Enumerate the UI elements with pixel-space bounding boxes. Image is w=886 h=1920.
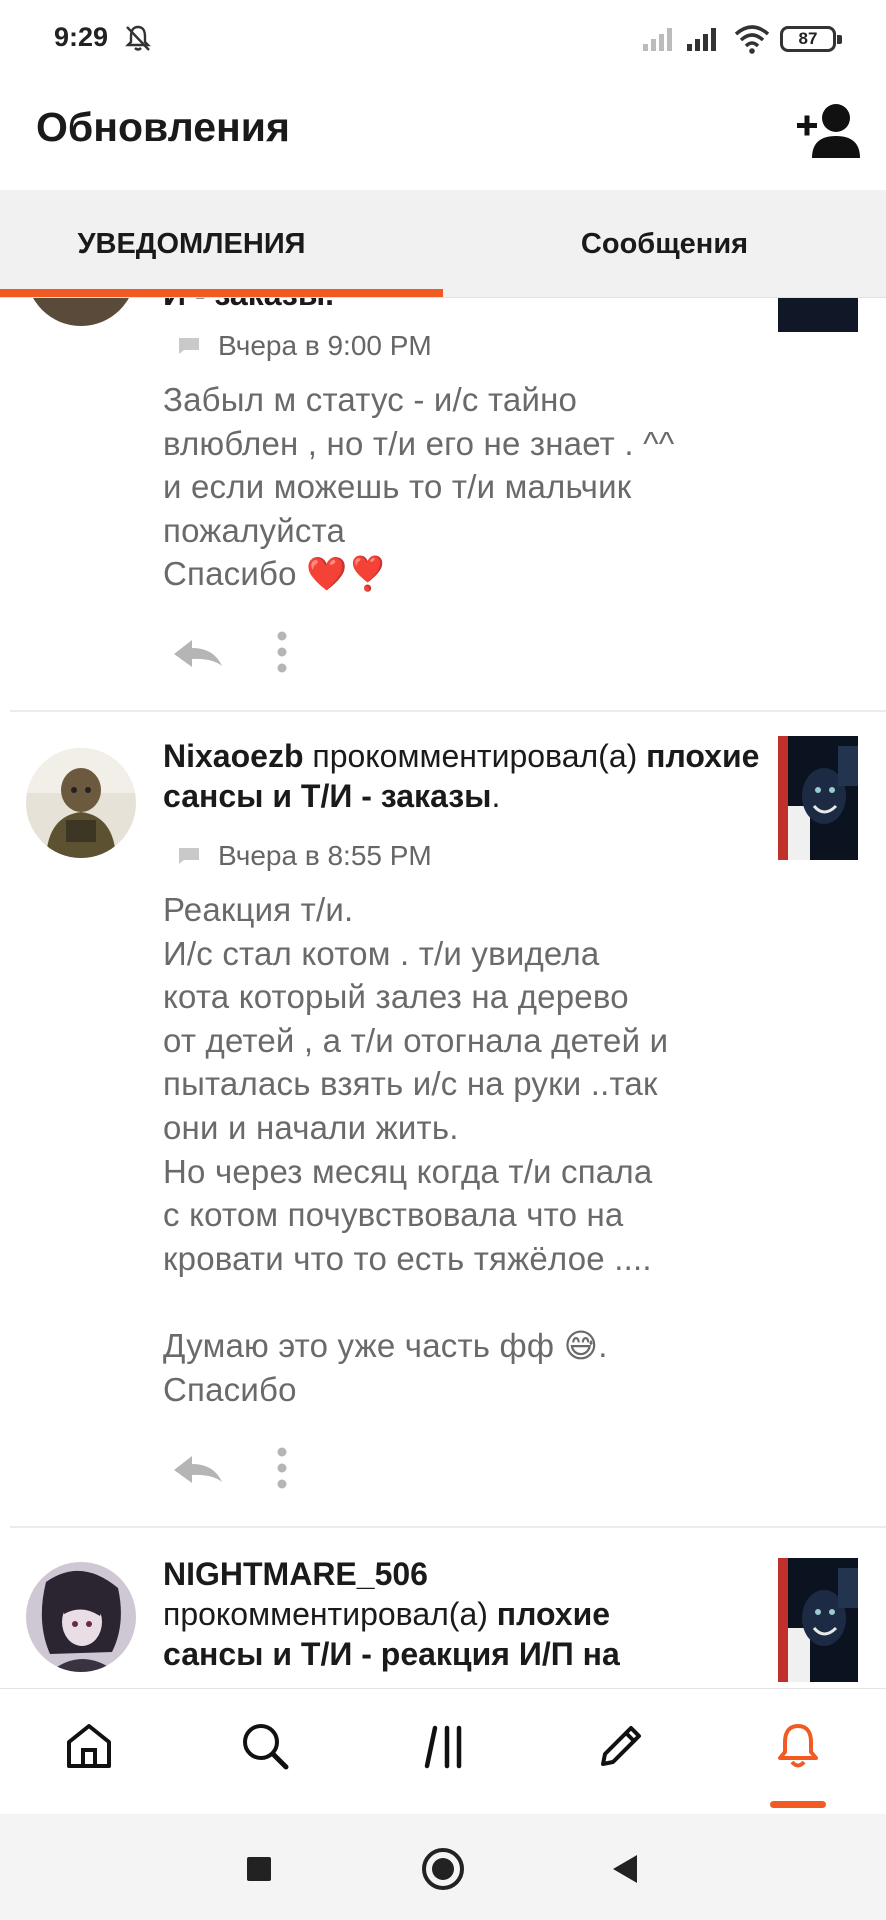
story-thumbnail[interactable] <box>778 1558 858 1682</box>
recents-button[interactable] <box>234 1844 284 1894</box>
write-icon <box>601 1726 641 1766</box>
story-cover-image <box>778 1558 858 1682</box>
back-button[interactable] <box>600 1844 650 1894</box>
library-icon <box>424 1725 462 1769</box>
signal-icon <box>687 28 716 51</box>
nav-library[interactable] <box>410 1711 480 1781</box>
reply-icon[interactable] <box>170 634 226 674</box>
notification-meta: Вчера в 8:55 PM <box>178 840 432 872</box>
status-bar: 9:29 87 <box>0 0 886 80</box>
tab-bar: УВЕДОМЛЕНИЯ Сообщения <box>0 190 886 298</box>
story-thumbnail[interactable] <box>778 298 858 332</box>
system-navigation <box>0 1814 886 1920</box>
nav-write[interactable] <box>586 1711 656 1781</box>
notification-item[interactable]: И - заказы. Вчера в 9:00 PM Забыл м стат… <box>0 298 886 712</box>
recents-icon <box>247 1857 271 1881</box>
story-title[interactable]: И - заказы. <box>163 298 334 312</box>
action-text: прокомментировал(а) <box>163 1596 488 1632</box>
wifi-icon <box>734 25 770 54</box>
reply-icon[interactable] <box>170 1450 226 1490</box>
notification-headline: NIGHTMARE_506 прокомментировал(а) плохие… <box>163 1554 763 1674</box>
story-thumbnail[interactable] <box>778 736 858 860</box>
nav-home[interactable] <box>54 1711 124 1781</box>
active-nav-indicator <box>770 1801 826 1808</box>
home-circle-icon <box>422 1848 464 1890</box>
username-link[interactable]: Nixaoezb <box>163 738 303 774</box>
avatar[interactable] <box>26 1562 136 1672</box>
tab-notifications[interactable]: УВЕДОМЛЕНИЯ <box>0 190 443 298</box>
status-time: 9:29 <box>54 22 109 52</box>
notifications-icon <box>778 1724 818 1768</box>
more-options-icon[interactable] <box>270 628 294 676</box>
avatar[interactable] <box>26 748 136 858</box>
app-header: Обновления <box>0 80 886 190</box>
bottom-navigation <box>0 1688 886 1814</box>
notification-meta: Вчера в 9:00 PM <box>178 330 432 362</box>
avatar[interactable] <box>26 298 136 326</box>
battery-icon: 87 <box>780 26 842 52</box>
comment-icon <box>179 338 199 354</box>
home-system-button[interactable] <box>418 1844 468 1894</box>
avatar-image <box>26 748 136 858</box>
search-icon <box>243 1724 289 1770</box>
username-link[interactable]: NIGHTMARE_506 <box>163 1556 428 1592</box>
story-title[interactable]: плохие <box>497 1596 610 1632</box>
notification-item[interactable]: Nixaoezb прокомментировал(а) плохие санс… <box>0 712 886 1532</box>
title-suffix: . <box>491 778 501 814</box>
more-options-icon[interactable] <box>270 1444 294 1492</box>
notification-headline: И - заказы. <box>163 298 763 314</box>
story-title-continued[interactable]: сансы и Т/И - реакция И/П на <box>163 1636 620 1672</box>
notification-time: Вчера в 8:55 PM <box>218 840 432 871</box>
notification-item[interactable]: NIGHTMARE_506 прокомментировал(а) плохие… <box>0 1528 886 1688</box>
comment-icon <box>179 848 199 864</box>
action-text: прокомментировал(а) <box>312 738 638 774</box>
notification-headline: Nixaoezb прокомментировал(а) плохие санс… <box>163 736 763 816</box>
signal-icon <box>643 28 672 51</box>
notification-feed[interactable]: И - заказы. Вчера в 9:00 PM Забыл м стат… <box>0 298 886 1688</box>
back-icon <box>613 1855 637 1883</box>
story-cover-image <box>778 736 858 860</box>
tab-messages[interactable]: Сообщения <box>443 190 886 298</box>
comment-text: Забыл м статус - и/с тайно влюблен , но … <box>163 381 675 593</box>
home-icon <box>67 1724 111 1768</box>
comment-text: Реакция т/и. И/с стал котом . т/и увидел… <box>163 891 669 1408</box>
active-tab-indicator <box>0 289 443 297</box>
add-user-icon[interactable] <box>794 100 860 160</box>
notification-time: Вчера в 9:00 PM <box>218 330 432 361</box>
nav-search[interactable] <box>230 1711 300 1781</box>
avatar-image <box>26 1562 136 1672</box>
mute-icon <box>125 25 151 51</box>
page-title: Обновления <box>36 104 290 150</box>
nav-notifications[interactable] <box>763 1711 833 1781</box>
